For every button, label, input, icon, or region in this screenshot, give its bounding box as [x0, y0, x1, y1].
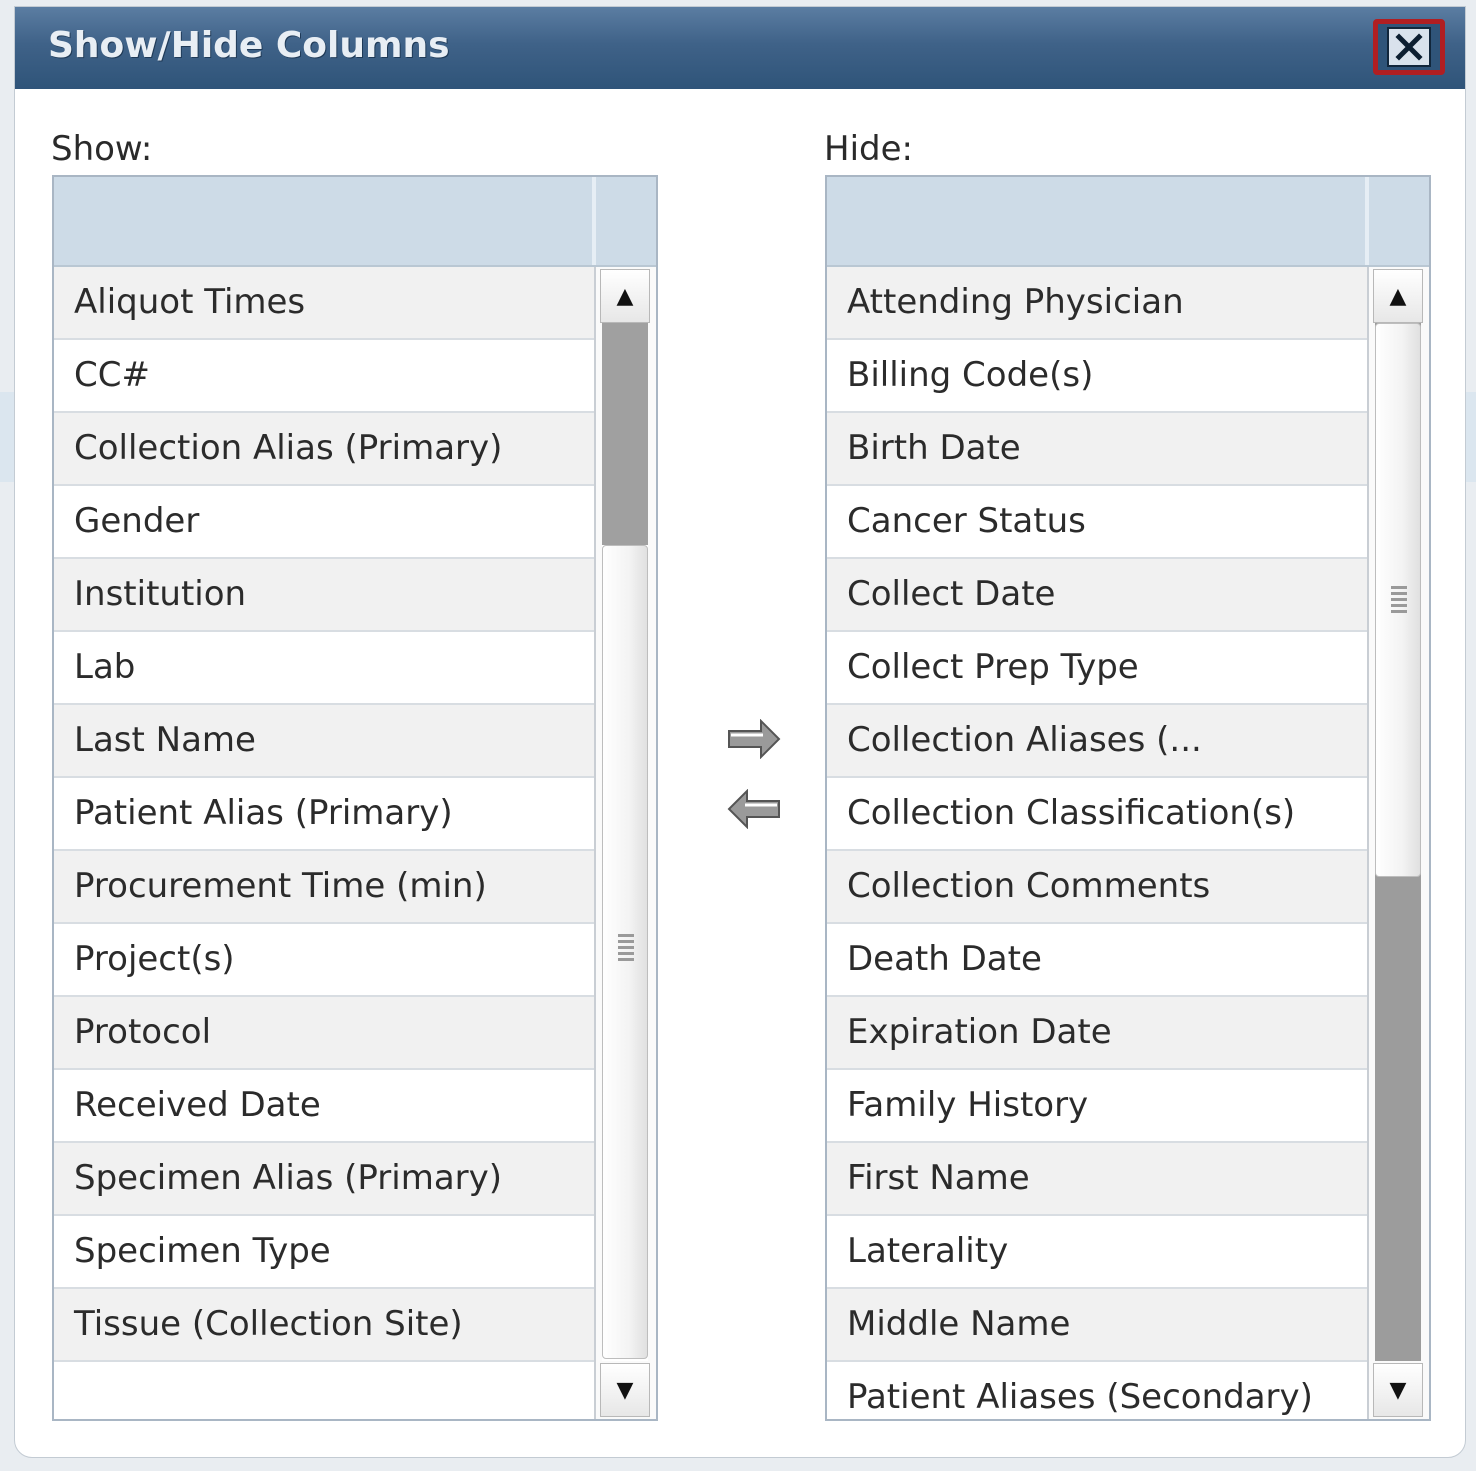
- list-item[interactable]: Gender: [54, 486, 594, 559]
- show-list-header: [54, 177, 656, 267]
- show-scroll-track[interactable]: [602, 323, 648, 1361]
- show-list-rows: Aliquot Times CC# Collection Alias (Primar…: [54, 267, 594, 1362]
- dialog-titlebar[interactable]: Show/Hide Columns: [15, 7, 1465, 89]
- list-item[interactable]: Collection Classification(s): [827, 778, 1367, 851]
- hide-scroll-thumb[interactable]: [1375, 323, 1421, 877]
- list-item[interactable]: Collection Comments: [827, 851, 1367, 924]
- scroll-up-icon[interactable]: ▲: [600, 269, 650, 323]
- list-item[interactable]: Patient Aliases (Secondary): [827, 1362, 1367, 1419]
- list-item[interactable]: Specimen Alias (Primary): [54, 1143, 594, 1216]
- arrow-right-icon: [728, 718, 781, 760]
- close-icon[interactable]: [1387, 27, 1431, 67]
- list-item[interactable]: Family History: [827, 1070, 1367, 1143]
- grip-icon: [618, 934, 634, 961]
- grip-icon: [1391, 586, 1407, 613]
- close-button[interactable]: [1373, 19, 1445, 75]
- list-item[interactable]: Last Name: [54, 705, 594, 778]
- show-scrollbar[interactable]: ▲ ▼: [594, 267, 656, 1419]
- list-item[interactable]: Procurement Time (min): [54, 851, 594, 924]
- list-item[interactable]: Aliquot Times: [54, 267, 594, 340]
- list-item[interactable]: Tissue (Collection Site): [54, 1289, 594, 1362]
- hide-list-rows: Attending Physician Billing Code(s) Birth …: [827, 267, 1367, 1419]
- list-item[interactable]: Cancer Status: [827, 486, 1367, 559]
- header-divider: [592, 177, 596, 265]
- hide-scrollbar[interactable]: ▲ ▼: [1367, 267, 1429, 1419]
- list-item[interactable]: Institution: [54, 559, 594, 632]
- show-hide-columns-dialog: Show/Hide Columns Show: Aliquot Times CC#…: [14, 6, 1466, 1458]
- show-scroll-track-upper: [602, 323, 648, 545]
- show-listbox[interactable]: Aliquot Times CC# Collection Alias (Primar…: [52, 175, 658, 1421]
- list-item[interactable]: Received Date: [54, 1070, 594, 1143]
- scroll-down-icon[interactable]: ▼: [600, 1363, 650, 1417]
- list-item[interactable]: Patient Alias (Primary): [54, 778, 594, 851]
- hide-list-header: [827, 177, 1429, 267]
- list-item[interactable]: First Name: [827, 1143, 1367, 1216]
- move-to-show-button[interactable]: [727, 788, 781, 830]
- list-item[interactable]: Attending Physician: [827, 267, 1367, 340]
- list-item[interactable]: Project(s): [54, 924, 594, 997]
- header-divider: [1365, 177, 1369, 265]
- list-item[interactable]: Collection Aliases (...: [827, 705, 1367, 778]
- scroll-down-icon[interactable]: ▼: [1373, 1363, 1423, 1417]
- hide-listbox[interactable]: Attending Physician Billing Code(s) Birth …: [825, 175, 1431, 1421]
- show-label: Show:: [51, 129, 153, 169]
- hide-label: Hide:: [824, 129, 913, 169]
- hide-scroll-track[interactable]: [1375, 323, 1421, 1361]
- list-item[interactable]: Protocol: [54, 997, 594, 1070]
- list-item[interactable]: Laterality: [827, 1216, 1367, 1289]
- dialog-title: Show/Hide Columns: [48, 25, 450, 66]
- list-item[interactable]: Collect Prep Type: [827, 632, 1367, 705]
- move-to-hide-button[interactable]: [727, 718, 781, 760]
- list-item[interactable]: Death Date: [827, 924, 1367, 997]
- list-item[interactable]: Lab: [54, 632, 594, 705]
- arrow-left-icon: [727, 788, 780, 830]
- list-item[interactable]: Birth Date: [827, 413, 1367, 486]
- list-item[interactable]: Expiration Date: [827, 997, 1367, 1070]
- list-item[interactable]: Middle Name: [827, 1289, 1367, 1362]
- list-item[interactable]: Collection Alias (Primary): [54, 413, 594, 486]
- show-scroll-thumb[interactable]: [602, 545, 648, 1359]
- list-item[interactable]: Billing Code(s): [827, 340, 1367, 413]
- list-item[interactable]: CC#: [54, 340, 594, 413]
- scroll-up-icon[interactable]: ▲: [1373, 269, 1423, 323]
- list-item[interactable]: Specimen Type: [54, 1216, 594, 1289]
- list-item[interactable]: Collect Date: [827, 559, 1367, 632]
